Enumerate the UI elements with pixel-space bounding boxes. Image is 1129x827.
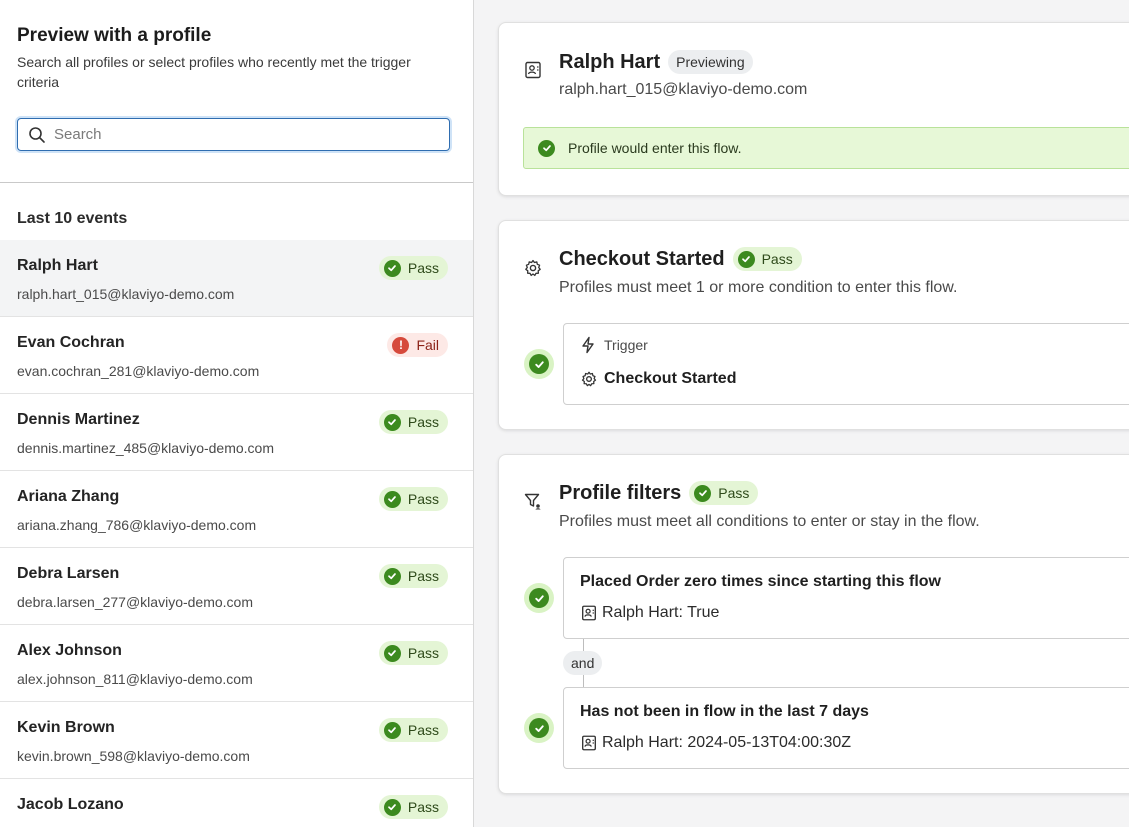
profile-filters-card: Profile filters Pass Profiles must meet … — [498, 454, 1129, 794]
status-badge: Pass — [378, 718, 448, 742]
and-joiner: and — [563, 651, 603, 675]
profile-icon — [582, 735, 596, 751]
profile-row[interactable]: Jacob Lozano Pass — [0, 779, 473, 827]
status-badge: Pass — [378, 487, 448, 511]
previewed-profile-email: ralph.hart_015@klaviyo-demo.com — [559, 81, 808, 98]
status-badge: Pass — [732, 247, 802, 271]
picker-header: Preview with a profile Search all profil… — [0, 0, 473, 183]
status-label: Pass — [718, 485, 750, 501]
profile-card-title: Ralph Hart Previewing — [559, 50, 753, 74]
status-badge: ! Fail — [387, 333, 448, 357]
step-check-icon — [524, 583, 554, 613]
status-label: Fail — [416, 337, 439, 353]
status-label: Pass — [761, 251, 793, 267]
profile-email: ariana.zhang_786@klaviyo-demo.com — [17, 517, 257, 533]
profile-picker-panel: Preview with a profile Search all profil… — [0, 0, 474, 827]
previewing-badge: Previewing — [668, 50, 753, 74]
trigger-card: Checkout Started Pass Profiles must meet… — [498, 220, 1129, 430]
profile-row[interactable]: Alex Johnson alex.johnson_811@klaviyo-de… — [0, 625, 473, 702]
check-circle-icon — [694, 484, 712, 502]
check-circle-icon — [383, 413, 401, 431]
check-circle-icon — [383, 721, 401, 739]
filters-card-subtitle: Profiles must meet all conditions to ent… — [559, 513, 980, 530]
picker-title: Preview with a profile — [17, 25, 212, 46]
result-banner-text: Profile would enter this flow. — [568, 140, 742, 156]
check-circle-icon — [383, 798, 401, 816]
trigger-card-subtitle: Profiles must meet 1 or more condition t… — [559, 279, 958, 296]
status-label: Pass — [407, 645, 439, 661]
trigger-label-text: Trigger — [604, 337, 648, 353]
previewed-profile-name: Ralph Hart — [559, 50, 661, 73]
alert-circle-icon: ! — [392, 336, 410, 354]
status-label: Pass — [407, 491, 439, 507]
filter-icon — [524, 493, 541, 510]
search-icon — [29, 126, 45, 143]
profile-row[interactable]: Ralph Hart ralph.hart_015@klaviyo-demo.c… — [0, 240, 473, 317]
step-check-icon — [524, 349, 554, 379]
condition-detail-text: Ralph Hart: 2024-05-13T04:00:30Z — [602, 734, 852, 751]
status-badge: Pass — [378, 410, 448, 434]
profile-row[interactable]: Evan Cochran evan.cochran_281@klaviyo-de… — [0, 317, 473, 394]
check-circle-icon — [383, 259, 401, 277]
profile-preview-card: Ralph Hart Previewing ralph.hart_015@kla… — [498, 22, 1129, 196]
search-field[interactable] — [17, 118, 450, 151]
profile-icon — [582, 605, 596, 621]
profile-email: dennis.martinez_485@klaviyo-demo.com — [17, 440, 274, 456]
profile-email: ralph.hart_015@klaviyo-demo.com — [17, 286, 235, 302]
condition-detail: Ralph Hart: 2024-05-13T04:00:30Z — [580, 734, 851, 752]
lightning-icon — [582, 336, 594, 354]
search-input[interactable] — [54, 126, 424, 143]
status-label: Pass — [407, 414, 439, 430]
result-banner: Profile would enter this flow. — [523, 127, 1129, 169]
condition-title: Placed Order zero times since starting t… — [580, 573, 941, 590]
condition-detail: Ralph Hart: True — [580, 604, 719, 622]
trigger-box[interactable]: Trigger Checkout Started — [563, 323, 1129, 405]
profile-row[interactable]: Kevin Brown kevin.brown_598@klaviyo-demo… — [0, 702, 473, 779]
condition-box[interactable]: Has not been in flow in the last 7 days … — [563, 687, 1129, 769]
status-label: Pass — [407, 799, 439, 815]
profile-email: kevin.brown_598@klaviyo-demo.com — [17, 748, 250, 764]
profile-email: debra.larsen_277@klaviyo-demo.com — [17, 594, 253, 610]
status-label: Pass — [407, 568, 439, 584]
status-badge: Pass — [378, 564, 448, 588]
trigger-name: Checkout Started — [559, 247, 725, 270]
status-badge: Pass — [378, 256, 448, 280]
trigger-box-label: Trigger — [580, 336, 648, 354]
condition-title: Has not been in flow in the last 7 days — [580, 703, 869, 720]
step-check-icon — [524, 713, 554, 743]
filters-title: Profile filters — [559, 481, 682, 504]
condition-detail-text: Ralph Hart: True — [602, 604, 720, 621]
check-circle-icon — [383, 567, 401, 585]
gear-icon — [525, 259, 541, 277]
profile-row[interactable]: Dennis Martinez dennis.martinez_485@klav… — [0, 394, 473, 471]
trigger-card-title: Checkout Started Pass — [559, 247, 802, 271]
status-label: Pass — [407, 260, 439, 276]
picker-subtitle: Search all profiles or select profiles w… — [17, 54, 411, 90]
check-circle-icon — [383, 490, 401, 508]
status-badge: Pass — [689, 481, 759, 505]
profile-email: alex.johnson_811@klaviyo-demo.com — [17, 671, 253, 687]
status-badge: Pass — [378, 641, 448, 665]
gear-icon — [581, 371, 597, 387]
profile-row[interactable]: Ariana Zhang ariana.zhang_786@klaviyo-de… — [0, 471, 473, 548]
trigger-value-text: Checkout Started — [604, 370, 737, 387]
filters-card-title: Profile filters Pass — [559, 481, 759, 505]
profile-card-icon — [525, 61, 541, 79]
status-badge: Pass — [378, 795, 448, 819]
profile-email: evan.cochran_281@klaviyo-demo.com — [17, 363, 260, 379]
status-label: Pass — [407, 722, 439, 738]
check-circle-icon — [737, 250, 755, 268]
trigger-box-value: Checkout Started — [580, 370, 736, 388]
condition-box[interactable]: Placed Order zero times since starting t… — [563, 557, 1129, 639]
profile-row[interactable]: Debra Larsen debra.larsen_277@klaviyo-de… — [0, 548, 473, 625]
events-heading: Last 10 events — [17, 210, 128, 227]
check-circle-icon — [538, 139, 555, 157]
check-circle-icon — [383, 644, 401, 662]
